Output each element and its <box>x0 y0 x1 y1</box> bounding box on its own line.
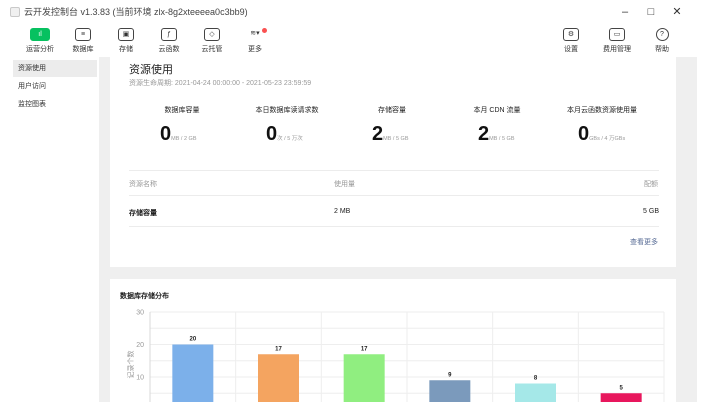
bar <box>429 380 471 402</box>
table-header-usage: 使用量 <box>334 181 355 188</box>
toolbar-settings-button[interactable]: ⚙ 设置 <box>551 28 591 56</box>
row-usage: 2 MB <box>334 208 351 215</box>
toolbar-label: 帮助 <box>655 46 669 53</box>
stat-unit: GBs / 4 万GBs <box>589 136 626 142</box>
bar-value-label: 5 <box>619 385 623 391</box>
sidebar-item-monitoring-charts[interactable]: 监控图表 <box>13 96 97 113</box>
toolbar-label: 设置 <box>564 46 578 53</box>
stat-unit: MB / 5 GB <box>489 136 515 142</box>
stat-db-capacity: 0MB / 2 GB <box>160 123 197 146</box>
app-logo-icon <box>10 7 20 17</box>
bar <box>172 344 214 402</box>
resource-usage-card: 资源使用 资源生命周期: 2021-04-24 00:00:00 - 2021-… <box>110 57 676 267</box>
sidebar-item-user-visits[interactable]: 用户访问 <box>13 78 97 95</box>
bar <box>258 354 299 402</box>
view-more-link[interactable]: 查看更多 <box>598 237 658 247</box>
toolbar-analytics-button[interactable]: ıl 运营分析 <box>20 28 60 56</box>
bar-value-label: 20 <box>189 337 196 343</box>
stat-cdn: 2MB / 5 GB <box>478 123 515 146</box>
cycle-label: 资源生命周期: <box>129 80 173 87</box>
close-button[interactable]: ✕ <box>666 3 688 21</box>
stat-label: 本月云函数资源使用量 <box>567 107 637 114</box>
toolbar-label: 存储 <box>119 46 133 53</box>
divider <box>129 226 659 227</box>
y-tick-label: 20 <box>136 342 144 349</box>
storage-icon: ▣ <box>118 28 134 41</box>
stat-label: 数据库容量 <box>164 107 200 114</box>
toolbar-label: 运营分析 <box>26 46 54 53</box>
divider <box>129 195 659 196</box>
title-bar: 云开发控制台 v1.3.83 (当前环境 zlx-8g2xteeeea0c3bb… <box>0 0 709 24</box>
stat-unit: MB / 2 GB <box>171 136 197 142</box>
toolbar-database-button[interactable]: ≡ 数据库 <box>63 28 103 56</box>
stat-value: 0 <box>578 123 590 145</box>
stat-label: 本日数据库读请求数 <box>255 107 319 114</box>
stat-label: 本月 CDN 流量 <box>473 107 521 114</box>
table-header-quota: 配额 <box>644 181 658 188</box>
sidebar: 资源使用 用户访问 监控图表 <box>10 57 99 402</box>
toolbar-label: 数据库 <box>72 46 94 53</box>
row-quota: 5 GB <box>643 208 659 215</box>
window-title: 云开发控制台 v1.3.83 (当前环境 zlx-8g2xteeeea0c3bb… <box>24 7 248 17</box>
stat-unit: MB / 5 GB <box>383 136 409 142</box>
table-header-name: 资源名称 <box>129 181 157 188</box>
stat-value: 0 <box>160 123 172 145</box>
bar <box>515 383 556 402</box>
toolbar-hosting-button[interactable]: ◇ 云托管 <box>192 28 232 56</box>
toolbar-label: 更多 <box>248 46 262 53</box>
function-icon: ƒ <box>161 28 177 41</box>
toolbar: ıl 运营分析 ≡ 数据库 ▣ 存储 ƒ 云函数 ◇ 云托管 ≋▾ 更多 ⚙ 设… <box>0 24 709 57</box>
stat-value: 0 <box>266 123 278 145</box>
bar-value-label: 17 <box>361 346 368 352</box>
sidebar-item-resource-usage[interactable]: 资源使用 <box>13 60 97 77</box>
toolbar-label: 费用管理 <box>603 46 631 53</box>
stat-functions: 0GBs / 4 万GBs <box>578 123 625 146</box>
divider <box>129 170 659 171</box>
toolbar-billing-button[interactable]: ▭ 费用管理 <box>597 28 637 56</box>
toolbar-storage-button[interactable]: ▣ 存储 <box>106 28 146 56</box>
toolbar-more-button[interactable]: ≋▾ 更多 <box>235 28 275 56</box>
stat-unit: 次 / 5 万次 <box>277 136 303 142</box>
bar-chart: 302010记录个数2017 17985 <box>126 310 665 402</box>
stat-value: 2 <box>478 123 490 145</box>
toolbar-label: 云托管 <box>201 46 223 53</box>
gear-icon: ⚙ <box>563 28 579 41</box>
y-tick-label: 30 <box>136 310 144 317</box>
bar-value-label: 8 <box>534 376 538 382</box>
table-row: 存储容量 2 MB 5 GB <box>129 200 659 224</box>
chart-icon: ıl <box>30 28 50 41</box>
maximize-button[interactable]: □ <box>640 3 662 21</box>
card-title: 资源使用 <box>129 64 173 76</box>
bar-value-label: 17 <box>275 346 282 352</box>
bar <box>343 354 385 402</box>
y-tick-label: 10 <box>136 375 144 382</box>
toolbar-functions-button[interactable]: ƒ 云函数 <box>149 28 189 56</box>
main-content: 资源使用 资源生命周期: 2021-04-24 00:00:00 - 2021-… <box>99 57 697 402</box>
stat-value: 2 <box>372 123 384 145</box>
toolbar-help-button[interactable]: ? 帮助 <box>642 28 682 56</box>
cycle-range: 2021-04-24 00:00:00 - 2021-05-23 23:59:5… <box>174 80 312 87</box>
resource-cycle: 资源生命周期: 2021-04-24 00:00:00 - 2021-05-23… <box>129 78 311 88</box>
stat-label: 存储容量 <box>378 107 406 114</box>
bar <box>600 393 642 402</box>
minimize-button[interactable]: – <box>614 3 636 21</box>
y-axis-label: 记录个数 <box>126 351 135 379</box>
stat-db-reads: 0次 / 5 万次 <box>266 123 303 146</box>
notification-dot <box>262 28 267 33</box>
billing-icon: ▭ <box>609 28 625 41</box>
row-name: 存储容量 <box>129 210 157 217</box>
database-icon: ≡ <box>75 28 91 41</box>
stat-storage: 2MB / 5 GB <box>372 123 409 146</box>
container-icon: ◇ <box>204 28 220 41</box>
help-icon: ? <box>655 28 669 41</box>
db-storage-chart-card: 数据库存储分布 30 20 10 记录个数 20 17 17 9 8 5 <box>110 279 676 402</box>
toolbar-label: 云函数 <box>158 46 180 53</box>
